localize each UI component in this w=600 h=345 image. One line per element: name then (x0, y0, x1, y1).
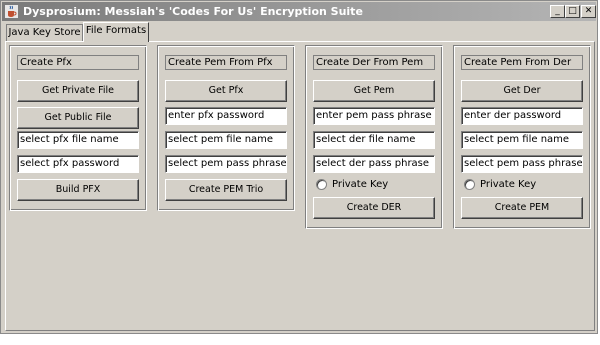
get-der-button[interactable]: Get Der (461, 80, 583, 102)
get-pfx-button[interactable]: Get Pfx (165, 80, 287, 102)
der-pass-phrase-field[interactable]: select der pass phrase (313, 155, 435, 173)
get-private-file-button[interactable]: Get Private File (17, 80, 139, 102)
private-key-radio[interactable]: Private Key (313, 177, 435, 193)
create-pfx-panel: Create Pfx Get Private File Get Public F… (9, 45, 147, 211)
create-pem-trio-button[interactable]: Create PEM Trio (165, 179, 287, 201)
minimize-button[interactable]: _ (550, 5, 565, 18)
panel-title: Create Pem From Der (461, 55, 583, 70)
tab-file-formats[interactable]: File Formats (83, 22, 149, 42)
get-pem-button[interactable]: Get Pem (313, 80, 435, 102)
create-pem-button[interactable]: Create PEM (461, 197, 583, 219)
pfx-file-name-field[interactable]: select pfx file name (17, 131, 139, 149)
panel-title: Create Pfx (17, 55, 139, 70)
create-pem-from-der-panel: Create Pem From Der Get Der enter der pa… (453, 45, 591, 229)
pem-pass-phrase-field[interactable]: select pem pass phrase (461, 155, 583, 173)
pem-file-name-field[interactable]: select pem file name (461, 131, 583, 149)
private-key-radio[interactable]: Private Key (461, 177, 583, 193)
create-der-from-pem-panel: Create Der From Pem Get Pem enter pem pa… (305, 45, 443, 229)
window-title: Dysprosium: Messiah's 'Codes For Us' Enc… (23, 5, 363, 18)
pfx-password-field[interactable]: select pfx password (17, 155, 139, 173)
create-pem-from-pfx-panel: Create Pem From Pfx Get Pfx enter pfx pa… (157, 45, 295, 211)
private-key-label: Private Key (480, 179, 537, 190)
panel-title: Create Pem From Pfx (165, 55, 287, 70)
pfx-password-field[interactable]: enter pfx password (165, 107, 287, 125)
app-window: Dysprosium: Messiah's 'Codes For Us' Enc… (0, 0, 598, 334)
maximize-button[interactable]: □ (565, 5, 580, 18)
pem-pass-phrase-field[interactable]: select pem pass phrase (165, 155, 287, 173)
file-formats-tab-panel: Create Pfx Get Private File Get Public F… (5, 41, 595, 331)
tab-java-key-store[interactable]: Java Key Store (6, 24, 83, 42)
pem-file-name-field[interactable]: select pem file name (165, 131, 287, 149)
create-der-button[interactable]: Create DER (313, 197, 435, 219)
java-cup-icon (5, 5, 18, 18)
build-pfx-button[interactable]: Build PFX (17, 179, 139, 201)
title-bar[interactable]: Dysprosium: Messiah's 'Codes For Us' Enc… (2, 2, 596, 21)
close-button[interactable]: ✕ (581, 5, 596, 18)
panel-title: Create Der From Pem (313, 55, 435, 70)
private-key-label: Private Key (332, 179, 389, 190)
radio-circle[interactable] (464, 179, 475, 190)
der-file-name-field[interactable]: select der file name (313, 131, 435, 149)
radio-circle[interactable] (316, 179, 327, 190)
pem-pass-phrase-field[interactable]: enter pem pass phrase (313, 107, 435, 125)
get-public-file-button[interactable]: Get Public File (17, 107, 139, 129)
der-password-field[interactable]: enter der password (461, 107, 583, 125)
